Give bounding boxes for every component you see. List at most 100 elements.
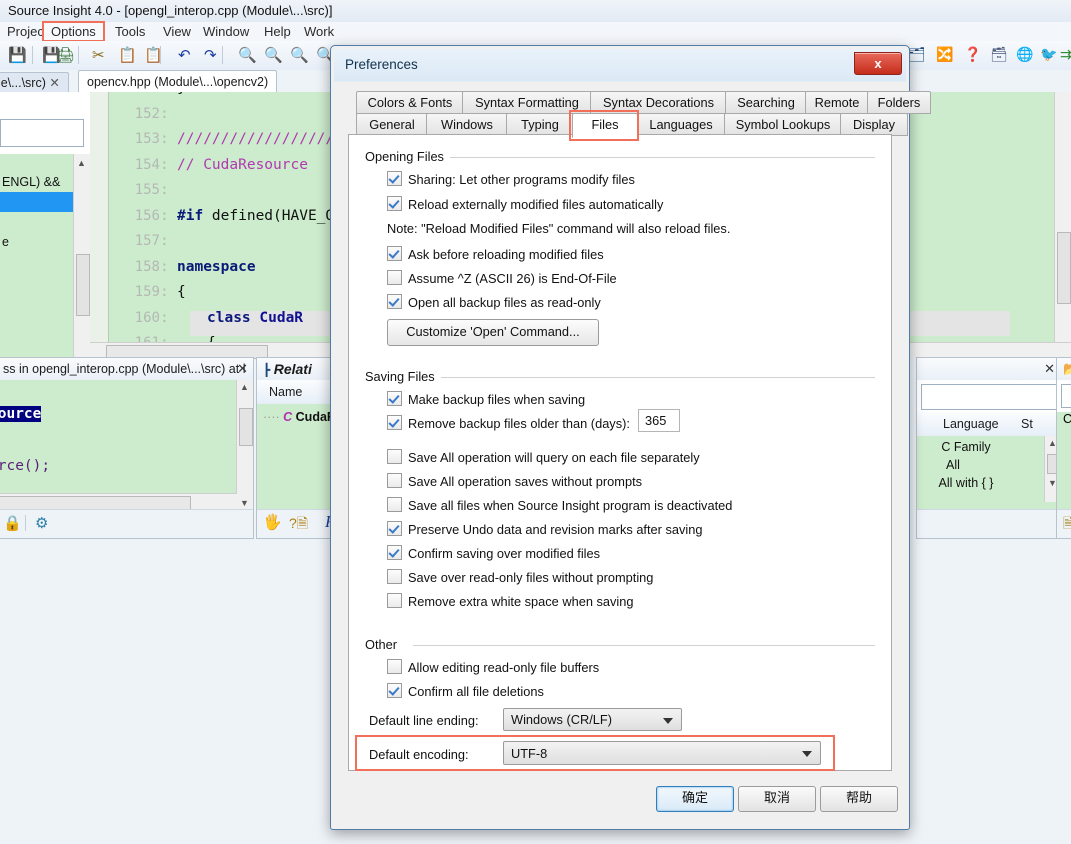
editor-vertical-scrollbar[interactable] (1054, 92, 1071, 343)
chevron-down-icon[interactable] (802, 751, 812, 757)
checkbox-save-over-read-only-files-without-prompting[interactable]: Save over read-only files without prompt… (387, 569, 653, 586)
cancel-button[interactable]: 取消 (738, 786, 816, 812)
close-icon[interactable]: ✕ (237, 361, 248, 377)
code-line[interactable]: 159: { (108, 284, 186, 310)
checkbox-box[interactable] (387, 473, 402, 488)
code-line[interactable]: 156: #if defined(HAVE_O (108, 208, 334, 234)
checkbox-box[interactable] (387, 294, 402, 309)
checkbox-box[interactable] (387, 521, 402, 536)
checkbox-preserve-undo-data-and-revision-marks-after-[interactable]: Preserve Undo data and revision marks af… (387, 521, 702, 538)
cut-icon[interactable]: ✂ (92, 46, 112, 66)
default-encoding-select[interactable]: UTF-8 (503, 741, 821, 765)
checkbox-box[interactable] (387, 270, 402, 285)
tab-typing[interactable]: Typing (506, 113, 574, 136)
tab-languages[interactable]: Languages (636, 113, 726, 136)
far-right-list[interactable]: Cl (1057, 412, 1071, 510)
scroll-down-arrow-icon[interactable]: ▼ (240, 498, 249, 508)
relation-window-icon[interactable]: 🔀 (936, 46, 956, 66)
tab-searching[interactable]: Searching (725, 91, 807, 114)
language-search-input[interactable] (921, 384, 1057, 410)
menu-tools[interactable]: Tools (108, 22, 152, 41)
checkbox-save-all-files-when-source-insight-program-i[interactable]: Save all files when Source Insight progr… (387, 497, 732, 514)
far-right-panel-body[interactable]: Cl (1057, 380, 1071, 510)
file-tab[interactable]: opencv.hpp (Module\...\opencv2) (78, 70, 278, 93)
checkbox-box[interactable] (387, 659, 402, 674)
checkbox-make-backup-files-when-saving[interactable]: Make backup files when saving (387, 391, 585, 408)
browse-web-icon[interactable]: 🌐 (1016, 46, 1036, 66)
checkbox-assume-z-ascii-26-is-end-of-file[interactable]: Assume ^Z (ASCII 26) is End-Of-File (387, 270, 617, 287)
search-down-icon[interactable]: 🔍 (290, 46, 310, 66)
bird-icon[interactable]: 🐦 (1040, 46, 1060, 66)
list-icon[interactable]: 🗎 (1063, 513, 1071, 537)
tab-symbol-lookups[interactable]: Symbol Lookups (724, 113, 842, 136)
checkbox-ask-before-reloading-modified-files[interactable]: Ask before reloading modified files (387, 246, 604, 263)
checkbox-reload-externally-modified-files-automatical[interactable]: Reload externally modified files automat… (387, 196, 663, 213)
gear-icon[interactable]: ⚙ (35, 514, 48, 532)
tab-folders[interactable]: Folders (867, 91, 931, 114)
tab-colors-fonts[interactable]: Colors & Fonts (356, 91, 464, 114)
code-line[interactable]: 151:} (108, 92, 186, 106)
checkbox-confirm-all-file-deletions[interactable]: Confirm all file deletions (387, 683, 544, 700)
lock-icon[interactable]: 🔒 (3, 514, 22, 532)
scrollbar-thumb[interactable] (0, 496, 191, 510)
scrollbar-thumb[interactable] (76, 254, 90, 316)
close-icon[interactable]: x (854, 52, 902, 75)
checkbox-box[interactable] (387, 391, 402, 406)
sync-icon[interactable]: ⇉ (1060, 46, 1071, 66)
checkbox-box[interactable] (387, 196, 402, 211)
print-icon[interactable]: 🖨 (56, 46, 76, 66)
context-help-icon[interactable]: ❓ (964, 46, 984, 66)
checkbox-save-all-operation-saves-without-prompts[interactable]: Save All operation saves without prompts (387, 473, 642, 490)
symbol-window-icon[interactable]: 🗂 (908, 46, 928, 66)
code-line[interactable]: 154: // CudaResource (108, 157, 308, 183)
undo-icon[interactable]: ↶ (178, 46, 198, 66)
panels-icon[interactable]: 🗃 (990, 46, 1010, 66)
language-list[interactable]: C Family All All with { } ▲ ▼ (917, 436, 1061, 510)
tab-general[interactable]: General (356, 113, 428, 136)
search-up-icon[interactable]: 🔍 (264, 46, 284, 66)
close-icon[interactable]: ✕ (1044, 358, 1055, 380)
checkbox-allow-editing-read-only-file-buffers[interactable]: Allow editing read-only file buffers (387, 659, 599, 676)
checkbox-box[interactable] (387, 246, 402, 261)
code-line[interactable]: 160: class CudaR (108, 310, 303, 336)
checkbox-box[interactable] (387, 171, 402, 186)
checkbox-open-all-backup-files-as-read-only[interactable]: Open all backup files as read-only (387, 294, 601, 311)
code-line[interactable]: 158: namespace (108, 259, 256, 285)
checkbox-box[interactable] (387, 569, 402, 584)
menu-help[interactable]: Help (257, 22, 298, 41)
code-line[interactable]: 152: (108, 106, 177, 132)
backup-days-input[interactable]: 365 (638, 409, 680, 432)
context-panel-body[interactable]: source urce(); ▲ ▼ (0, 380, 253, 510)
customize-open-command-button[interactable]: Customize 'Open' Command... (387, 319, 599, 346)
tab-display[interactable]: Display (840, 113, 908, 136)
scroll-up-arrow-icon[interactable]: ▲ (77, 158, 86, 168)
help-button[interactable]: 帮助 (820, 786, 898, 812)
file-tab[interactable]: ule\...\src) ✕ (0, 72, 69, 93)
scroll-up-arrow-icon[interactable]: ▲ (240, 382, 249, 392)
symbol-list-scrollbar[interactable]: ▲ (73, 154, 90, 359)
default-line-ending-select[interactable]: Windows (CR/LF) (503, 708, 682, 731)
menu-window[interactable]: Window (196, 22, 256, 41)
hand-window-icon[interactable]: 🖐 (263, 513, 282, 531)
list-item[interactable]: All with { } (917, 472, 1061, 494)
tab-remote[interactable]: Remote (805, 91, 869, 114)
scrollbar-thumb[interactable] (239, 408, 253, 446)
checkbox-remove-extra-white-space-when-saving[interactable]: Remove extra white space when saving (387, 593, 633, 610)
checkbox-confirm-saving-over-modified-files[interactable]: Confirm saving over modified files (387, 545, 600, 562)
language-panel-body[interactable]: Language St C Family All All with { } ▲ … (917, 380, 1061, 510)
far-right-search-input[interactable] (1061, 384, 1071, 408)
menu-options[interactable]: Options (42, 21, 105, 42)
help-list-icon[interactable]: ?🗎 (289, 513, 308, 537)
checkbox-remove-backup-files-older-than-days[interactable]: Remove backup files older than (days): (387, 415, 630, 432)
close-icon[interactable]: ✕ (46, 76, 59, 90)
checkbox-box[interactable] (387, 683, 402, 698)
checkbox-box[interactable] (387, 449, 402, 464)
checkbox-sharing-let-other-programs-modify-files[interactable]: Sharing: Let other programs modify files (387, 171, 635, 188)
menu-view[interactable]: View (156, 22, 198, 41)
ok-button[interactable]: 确定 (656, 786, 734, 812)
paste-icon[interactable]: 📋 (144, 46, 164, 66)
list-item[interactable]: Cl (1063, 412, 1071, 426)
checkbox-box[interactable] (387, 497, 402, 512)
save-icon[interactable]: 💾 (8, 46, 28, 66)
context-panel-hscrollbar[interactable] (0, 493, 237, 510)
